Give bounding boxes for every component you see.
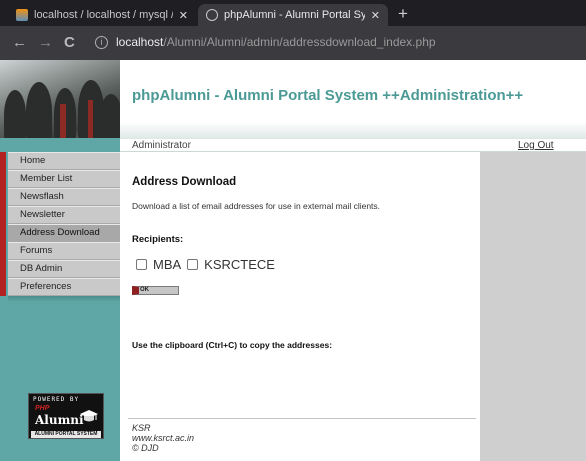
logo-tagline: ALUMNI PORTAL SYSTEM [31,431,101,438]
menu-item-home[interactable]: Home [0,152,120,170]
admin-menu: Home Member List Newsflash Newsletter Ad… [0,152,120,296]
back-arrow-icon[interactable]: ← [12,34,27,52]
checkbox-ksrctece[interactable] [187,259,199,270]
page-description: Download a list of email addresses for u… [132,201,381,211]
logout-link[interactable]: Log Out [518,140,554,151]
menu-item-newsletter[interactable]: Newsletter [0,206,120,224]
phpmyadmin-favicon-icon [16,9,28,21]
reload-icon[interactable]: C [64,34,75,52]
tab-close-icon[interactable]: ✕ [179,9,188,22]
header-fade-band [120,122,586,138]
menu-item-newsflash[interactable]: Newsflash [0,188,120,206]
phpalumni-logo: POWERED BY PHP Alumni ALUMNI PORTAL SYST… [28,393,104,439]
new-tab-plus-icon[interactable]: + [398,4,408,24]
browser-tab-phpmyadmin[interactable]: localhost / localhost / mysql / us ✕ [8,4,196,26]
tab-title: phpAlumni - Alumni Portal Syste [224,9,365,21]
url-host: localhost [116,35,164,49]
page-heading: Address Download [132,176,237,188]
graduation-cap-icon [80,410,98,422]
logo-php: PHP [35,405,50,412]
user-role: Administrator [132,140,191,151]
site-info-icon[interactable]: i [95,36,108,49]
browser-tab-bar: localhost / localhost / mysql / us ✕ php… [0,0,586,26]
main-content: Address Download Download a list of emai… [120,152,480,461]
site-title: phpAlumni - Alumni Portal System ++Admin… [132,87,524,104]
menu-shadow [8,296,120,302]
url-path: /Alumni/Alumni/admin/addressdownload_ind… [163,35,436,49]
menu-item-db-admin[interactable]: DB Admin [0,260,120,278]
logo-alumni: Alumni [35,413,84,427]
tab-close-icon[interactable]: ✕ [371,9,380,22]
right-sidebar [480,152,586,461]
footer-divider [128,418,476,419]
checkbox-label-mba: MBA [153,257,182,272]
recipients-label: Recipients: [132,234,184,245]
forward-arrow-icon[interactable]: → [38,34,53,52]
page-body: phpAlumni - Alumni Portal System ++Admin… [0,60,586,461]
url-field[interactable]: localhost/Alumni/Alumni/admin/addressdow… [116,35,436,49]
logo-powered-by: POWERED BY [33,396,80,403]
ok-button[interactable]: OK [132,286,179,295]
tab-title: localhost / localhost / mysql / us [34,9,173,21]
menu-item-forums[interactable]: Forums [0,242,120,260]
footer-org: KSR [132,423,151,433]
recipient-checkboxes: MBA KSRCTECE [136,257,281,272]
browser-tab-phpalumni[interactable]: phpAlumni - Alumni Portal Syste ✕ [198,4,388,26]
footer-website: www.ksrct.ac.in [132,433,195,443]
menu-item-member-list[interactable]: Member List [0,170,120,188]
graduates-header-photo [0,60,120,138]
clipboard-instructions: Use the clipboard (Ctrl+C) to copy the a… [132,340,333,350]
footer-copyright: © DJD [132,443,159,453]
user-bar: Administrator Log Out [120,138,586,152]
menu-item-address-download[interactable]: Address Download [0,224,120,242]
footer: KSR www.ksrct.ac.in © DJD [132,423,194,453]
globe-favicon-icon [206,9,218,21]
checkbox-label-ksrctece: KSRCTECE [204,257,275,272]
menu-item-preferences[interactable]: Preferences [0,278,120,296]
checkbox-mba[interactable] [136,259,147,270]
browser-address-bar: ← → C i localhost/Alumni/Alumni/admin/ad… [0,26,586,60]
